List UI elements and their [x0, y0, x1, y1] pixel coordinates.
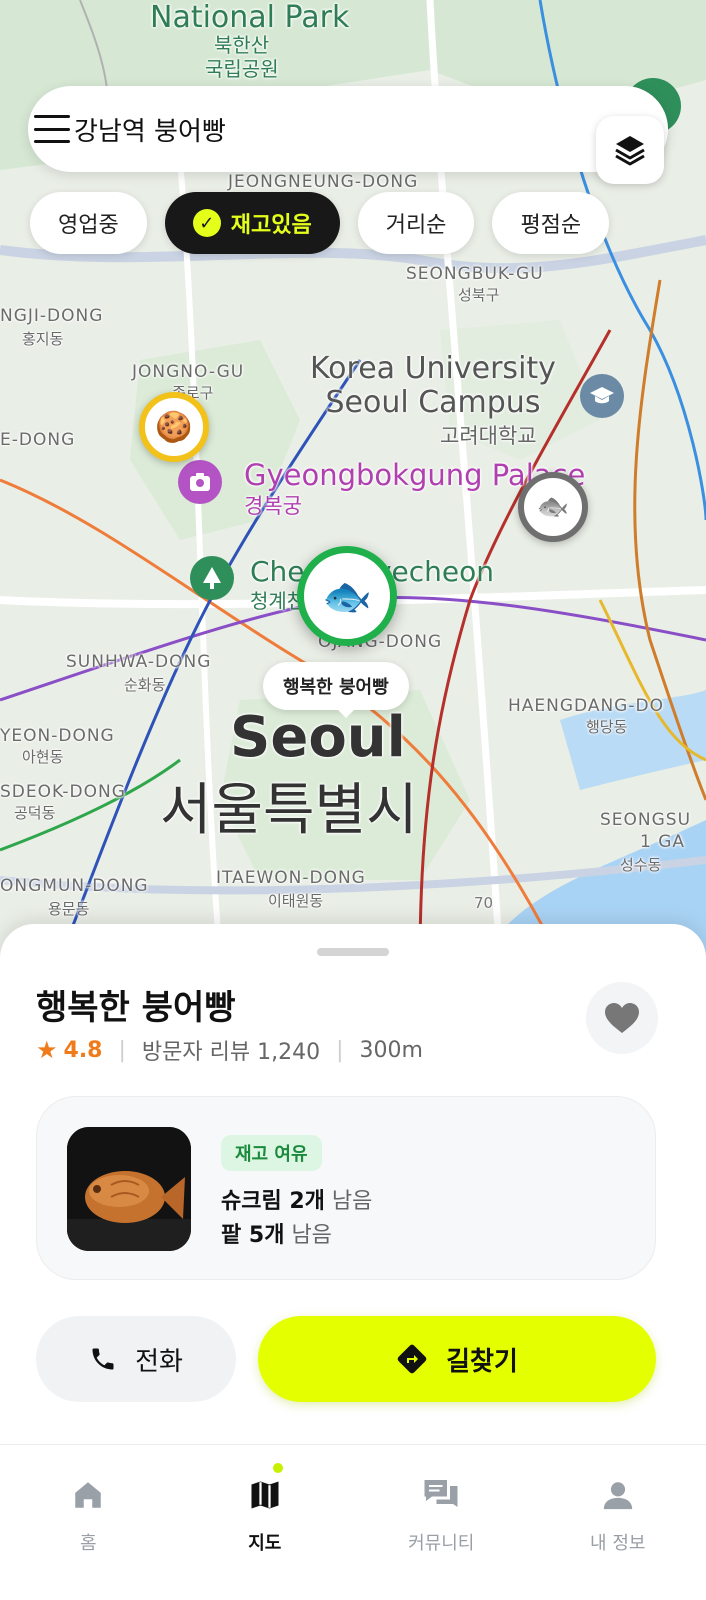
store-name: 행복한 붕어빵: [36, 988, 236, 1028]
map-label-seoul-ko: 서울특별시: [160, 778, 418, 843]
map-label-korea-university-ko: 고려대학교: [440, 424, 537, 448]
map-label-ahyeon: YEON-DONG: [0, 726, 115, 746]
directions-label: 길찾기: [446, 1346, 518, 1377]
tree-icon[interactable]: [190, 556, 234, 600]
map-label-national-park-ko: 북한산: [214, 33, 270, 57]
chip-rating[interactable]: 평점순: [492, 192, 610, 254]
filter-chips: 영업중 ✓ 재고있음 거리순 평점순: [30, 192, 610, 254]
map-label-itaewon: ITAEWON-DONG: [216, 868, 366, 888]
menu-icon[interactable]: [34, 115, 70, 143]
map-label-gongdeok: SDEOK-DONG: [0, 782, 126, 802]
map-label-palace-ko: 경복궁: [244, 494, 302, 518]
heart-icon: [605, 1003, 639, 1033]
nav-label: 홈: [79, 1533, 97, 1554]
chip-label: 영업중: [58, 213, 119, 238]
chip-distance[interactable]: 거리순: [357, 192, 475, 254]
chat-icon: [424, 1480, 458, 1507]
marker-tooltip[interactable]: 행복한 붕어빵: [263, 662, 409, 718]
map-label-seongsu-ko: 성수동: [620, 856, 662, 874]
chip-in-stock[interactable]: ✓ 재고있음: [164, 192, 340, 254]
map-label-haengdang: HAENGDANG-DO: [508, 696, 664, 716]
map-label-national-park: National Park: [150, 0, 350, 35]
chip-open-now[interactable]: 영업중: [30, 192, 147, 254]
fish-icon: 🐟: [536, 492, 570, 522]
person-icon: [603, 1482, 632, 1510]
map-label-korea-university-line2: Seoul Campus: [325, 385, 541, 420]
search-input[interactable]: 강남역 붕어빵: [74, 111, 226, 148]
map-label-hongji: NGJI-DONG: [0, 306, 104, 326]
store-marker-selected[interactable]: 🐟: [297, 546, 397, 646]
notification-dot: [270, 1461, 285, 1475]
stock-item-name: 슈크림 2개: [221, 1189, 325, 1214]
store-rating: 4.8: [63, 1037, 103, 1063]
star-icon: ★: [36, 1036, 58, 1064]
search-bar[interactable]: 강남역 붕어빵: [28, 86, 668, 184]
map-label-seongsu-2: 1 GA: [640, 832, 686, 852]
chip-label: 평점순: [520, 213, 582, 238]
nav-item-profile[interactable]: 내 정보: [530, 1445, 706, 1600]
map-label-seoul: Seoul: [230, 705, 406, 770]
call-label: 전화: [135, 1346, 183, 1377]
nav-item-community[interactable]: 커뮤니티: [353, 1445, 530, 1600]
nav-label: 지도: [248, 1533, 282, 1554]
map-label-hongji-ko: 홍지동: [22, 330, 64, 348]
sheet-drag-handle[interactable]: [317, 948, 389, 956]
map-label-gongdeok-ko: 공덕동: [14, 804, 56, 822]
map-label-route-70: 70: [474, 894, 494, 912]
map-label-haengdang-ko: 행당동: [586, 718, 628, 736]
stock-item-cream: 슈크림 2개 남음: [221, 1183, 372, 1215]
fish-icon: 🐟: [322, 573, 372, 620]
divider: |: [118, 1037, 126, 1063]
graduation-cap-icon[interactable]: [580, 374, 624, 418]
check-icon: ✓: [192, 209, 221, 237]
map-label-itaewon-ko: 이태원동: [268, 892, 324, 910]
layers-icon: [615, 136, 645, 166]
store-marker-cookie[interactable]: 🍪: [139, 392, 209, 462]
store-marker-sold-out[interactable]: 🐟: [518, 472, 588, 542]
stock-item-suffix: 남음: [284, 1223, 332, 1248]
map-icon: [251, 1481, 279, 1509]
favorite-button[interactable]: [586, 982, 658, 1054]
nav-item-map[interactable]: 지도: [177, 1445, 354, 1600]
map-label-jeongneung: JEONGNEUNG-DONG: [228, 172, 419, 192]
map-label-jongno: JONGNO-GU: [132, 362, 245, 382]
store-meta: ★ 4.8 | 방문자 리뷰 1,240 | 300m: [36, 1034, 423, 1066]
stock-item-name: 팥 5개: [221, 1223, 285, 1248]
directions-button[interactable]: 길찾기: [258, 1316, 656, 1402]
chip-label: 재고있음: [230, 213, 312, 238]
nav-item-home[interactable]: 홈: [0, 1445, 177, 1600]
map-label-sunhwa: SUNHWA-DONG: [66, 652, 212, 672]
map-label-yongmun: ONGMUN-DONG: [0, 876, 149, 896]
home-icon: [75, 1482, 101, 1508]
stock-card[interactable]: 재고 여유 슈크림 2개 남음 팥 5개 남음: [36, 1096, 656, 1280]
map-label-seongsu: SEONGSU: [600, 810, 692, 830]
layers-button[interactable]: [596, 116, 664, 184]
phone-icon: [92, 1348, 114, 1370]
nav-label: 내 정보: [590, 1533, 646, 1554]
bottom-nav: 홈 지도 커뮤니티 내 정보: [0, 1444, 706, 1600]
map-label-korea-university-line1: Korea University: [310, 351, 556, 386]
map-label-seongbuk: SEONGBUK-GU: [406, 264, 544, 284]
map-label-ahyeon-ko: 아현동: [22, 748, 64, 766]
cookie-icon: 🍪: [155, 409, 193, 445]
stock-status-badge: 재고 여유: [221, 1135, 322, 1171]
product-thumbnail: [67, 1127, 191, 1251]
map-label-yongmun-ko: 용문동: [48, 900, 90, 918]
chip-label: 거리순: [385, 213, 447, 238]
map-label-korea-university: Korea University Seoul Campus: [310, 352, 556, 420]
map-label-national-park-ko-2: 국립공원: [205, 57, 279, 81]
map-label-seongbuk-ko: 성북구: [458, 286, 500, 304]
camera-icon[interactable]: [178, 460, 222, 504]
stock-item-suffix: 남음: [324, 1189, 373, 1214]
call-button[interactable]: 전화: [36, 1316, 236, 1402]
divider: |: [336, 1037, 344, 1063]
store-review-count[interactable]: 방문자 리뷰 1,240: [142, 1034, 320, 1066]
directions-icon: [397, 1344, 427, 1374]
map-label-e-dong: E-DONG: [0, 430, 76, 450]
stock-item-redbean: 팥 5개 남음: [221, 1217, 332, 1249]
store-distance: 300m: [359, 1037, 423, 1063]
nav-label: 커뮤니티: [408, 1533, 475, 1554]
map-label-sunhwa-ko: 순화동: [124, 676, 166, 694]
